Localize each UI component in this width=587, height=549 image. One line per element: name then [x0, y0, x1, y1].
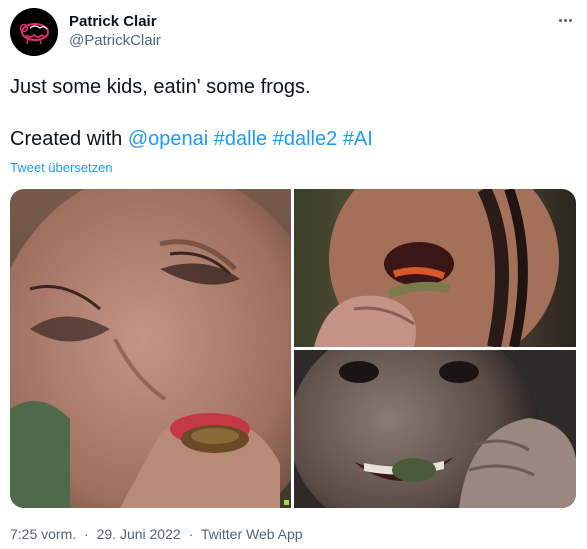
hashtag-dalle2[interactable]: #dalle2	[273, 128, 338, 150]
tweet-line-2: Created with @openai #dalle #dalle2 #AI	[10, 126, 577, 152]
tweet-text: Just some kids, eatin' some frogs. Creat…	[10, 74, 577, 152]
child-smiling-frog-image	[294, 350, 576, 508]
child-eating-frog-image	[10, 189, 291, 508]
child-biting-frog-image	[294, 189, 576, 347]
hashtag-dalle[interactable]: #dalle	[214, 128, 267, 150]
mention-openai[interactable]: @openai	[128, 128, 208, 150]
media-grid	[10, 189, 576, 508]
created-with-text: Created with	[10, 128, 123, 150]
meta-separator-1: ·	[84, 526, 89, 542]
tweet-date[interactable]: 29. Juni 2022	[97, 526, 181, 542]
tweet-meta: 7:25 vorm. · 29. Juni 2022 · Twitter Web…	[10, 525, 303, 543]
hashtag-ai[interactable]: #AI	[343, 128, 373, 150]
tweet-card: Patrick Clair @PatrickClair Just some ki…	[0, 0, 587, 549]
tweet-time[interactable]: 7:25 vorm.	[10, 526, 76, 542]
tweet-source-app[interactable]: Twitter Web App	[201, 526, 303, 542]
author-avatar[interactable]	[10, 8, 58, 56]
author-handle[interactable]: @PatrickClair	[69, 31, 161, 51]
translate-tweet-link[interactable]: Tweet übersetzen	[10, 160, 113, 175]
media-image-1[interactable]	[10, 189, 291, 508]
author-names: Patrick Clair @PatrickClair	[69, 13, 161, 51]
media-image-2[interactable]	[294, 189, 576, 347]
tweet-line-1: Just some kids, eatin' some frogs.	[10, 76, 311, 98]
author-display-name[interactable]: Patrick Clair	[69, 13, 161, 31]
meta-separator-2: ·	[188, 526, 194, 542]
more-options-icon[interactable]	[553, 10, 577, 30]
sheep-avatar-icon	[10, 8, 58, 56]
tweet-header: Patrick Clair @PatrickClair	[10, 8, 577, 58]
media-image-3[interactable]	[294, 350, 576, 508]
